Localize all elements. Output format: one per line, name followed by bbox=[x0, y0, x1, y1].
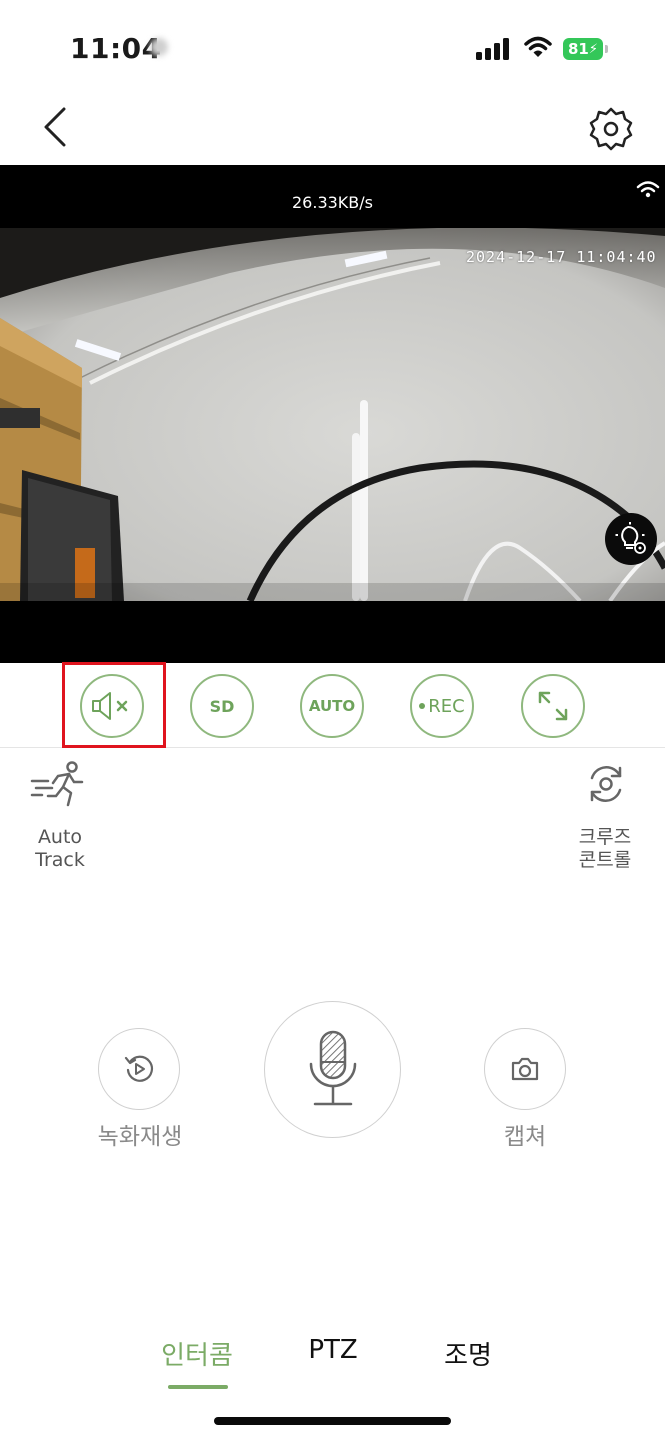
chevron-left-icon[interactable] bbox=[40, 106, 70, 148]
auto-track-line1: Auto bbox=[37, 826, 83, 848]
capture-label: 캡쳐 bbox=[503, 1124, 547, 1150]
running-person-icon bbox=[30, 761, 84, 807]
replay-icon bbox=[124, 1055, 154, 1082]
sd-label: SD bbox=[209, 696, 235, 716]
rec-label: REC bbox=[428, 695, 465, 717]
active-tab-indicator bbox=[168, 1385, 228, 1389]
auto-track-label: Auto Track bbox=[20, 826, 100, 872]
mute-highlight-box bbox=[62, 662, 166, 748]
cruise-line2: 콘트롤 bbox=[578, 849, 632, 871]
tab-ptz[interactable]: PTZ bbox=[290, 1335, 376, 1365]
playback-button[interactable] bbox=[98, 1028, 180, 1110]
fullscreen-button[interactable] bbox=[521, 674, 585, 738]
intercom-mic-button[interactable] bbox=[264, 1001, 401, 1138]
rotate-icon bbox=[590, 766, 622, 802]
cruise-line1: 크루즈 bbox=[578, 826, 632, 848]
playback-label: 녹화재생 bbox=[97, 1124, 183, 1150]
blurred-indicator bbox=[150, 38, 168, 56]
signal-icon bbox=[476, 38, 509, 60]
tab-lighting[interactable]: 조명 bbox=[425, 1335, 511, 1372]
quality-sd-button[interactable]: SD bbox=[190, 674, 254, 738]
auto-track-line2: Track bbox=[35, 849, 85, 871]
video-timestamp: 2024-12-17 11:04:40 bbox=[466, 248, 657, 266]
camera-icon bbox=[511, 1057, 539, 1081]
light-settings-button[interactable] bbox=[605, 513, 657, 565]
bitrate-readout: 26.33KB/s bbox=[292, 193, 373, 212]
camera-feed[interactable] bbox=[0, 228, 665, 601]
auto-track-button[interactable] bbox=[30, 760, 90, 812]
microphone-icon bbox=[309, 1030, 356, 1105]
wifi-icon bbox=[524, 36, 552, 57]
record-dot-icon bbox=[419, 703, 426, 709]
wifi-icon bbox=[636, 181, 660, 198]
capture-button[interactable] bbox=[484, 1028, 566, 1110]
tab-intercom[interactable]: 인터콤 bbox=[148, 1335, 246, 1372]
status-time: 11:04 bbox=[70, 32, 162, 65]
battery-tip bbox=[605, 45, 608, 53]
gear-icon[interactable] bbox=[588, 106, 634, 152]
cruise-control-button[interactable] bbox=[584, 762, 628, 810]
home-indicator[interactable] bbox=[214, 1417, 451, 1425]
battery-level: 81 bbox=[567, 40, 589, 58]
lightbulb-gear-icon bbox=[615, 522, 646, 554]
expand-icon bbox=[538, 691, 568, 721]
cruise-control-label: 크루즈 콘트롤 bbox=[565, 826, 645, 872]
charging-bolt-icon: ⚡ bbox=[588, 41, 598, 57]
battery-indicator: 81 ⚡ bbox=[563, 38, 603, 60]
auto-mode-button[interactable]: AUTO bbox=[300, 674, 364, 738]
auto-label: AUTO bbox=[308, 697, 356, 715]
record-button[interactable]: REC bbox=[410, 674, 474, 738]
